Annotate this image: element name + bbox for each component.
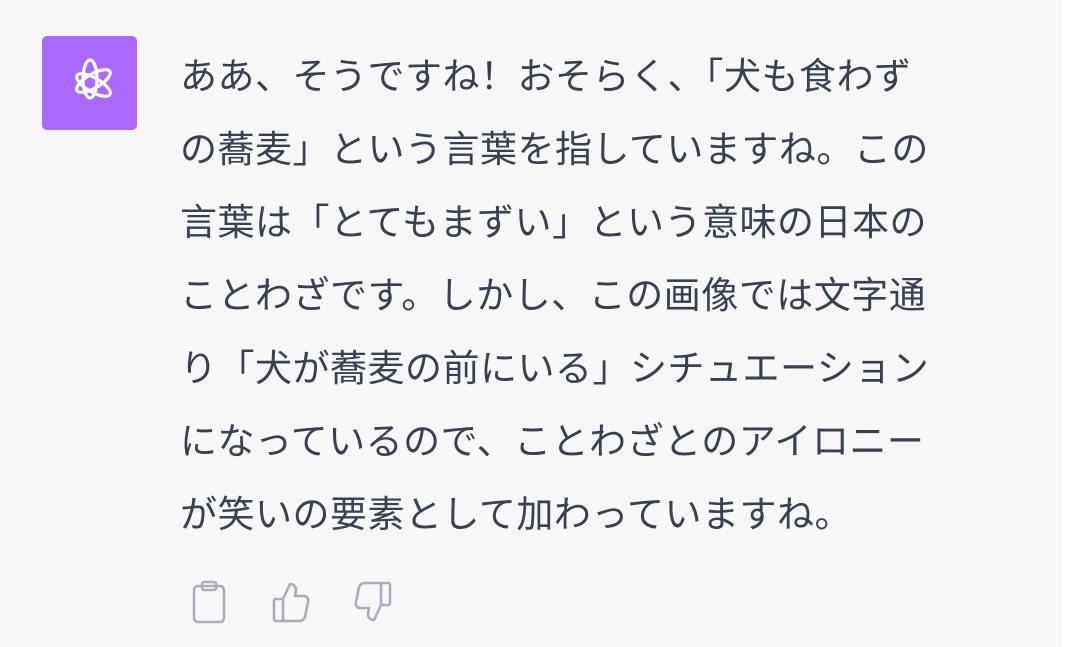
- message-line: が笑いの要素として加わっていますね。: [180, 493, 853, 536]
- thumbs-up-icon: [272, 582, 310, 623]
- assistant-message: ああ、そうですね！おそらく、「犬も食わず の蕎麦」という言葉を指していますね。こ…: [0, 0, 1062, 647]
- message-line: ああ、そうですね！おそらく、「犬も食わず: [180, 55, 912, 98]
- message-line: 言葉は「とてもまずい」という意味の日本の: [180, 201, 928, 244]
- message-line: り「犬が蕎麦の前にいる」シチュエーション: [180, 347, 930, 390]
- thumbs-down-icon: [354, 581, 392, 622]
- message-actions: [188, 578, 394, 626]
- clipboard-icon: [192, 580, 226, 624]
- message-line: の蕎麦」という言葉を指していますね。この: [180, 128, 929, 171]
- assistant-avatar: [42, 36, 137, 130]
- message-line: ことわざです。しかし、この画像では文字通: [180, 274, 927, 317]
- thumbs-up-button[interactable]: [270, 578, 312, 626]
- openai-logo-icon: [74, 58, 112, 100]
- copy-button[interactable]: [188, 578, 230, 626]
- message-line: になっているので、ことわざとのアイロニー: [180, 420, 925, 463]
- message-text: ああ、そうですね！おそらく、「犬も食わず の蕎麦」という言葉を指していますね。こ…: [180, 40, 1025, 551]
- thumbs-down-button[interactable]: [352, 578, 394, 626]
